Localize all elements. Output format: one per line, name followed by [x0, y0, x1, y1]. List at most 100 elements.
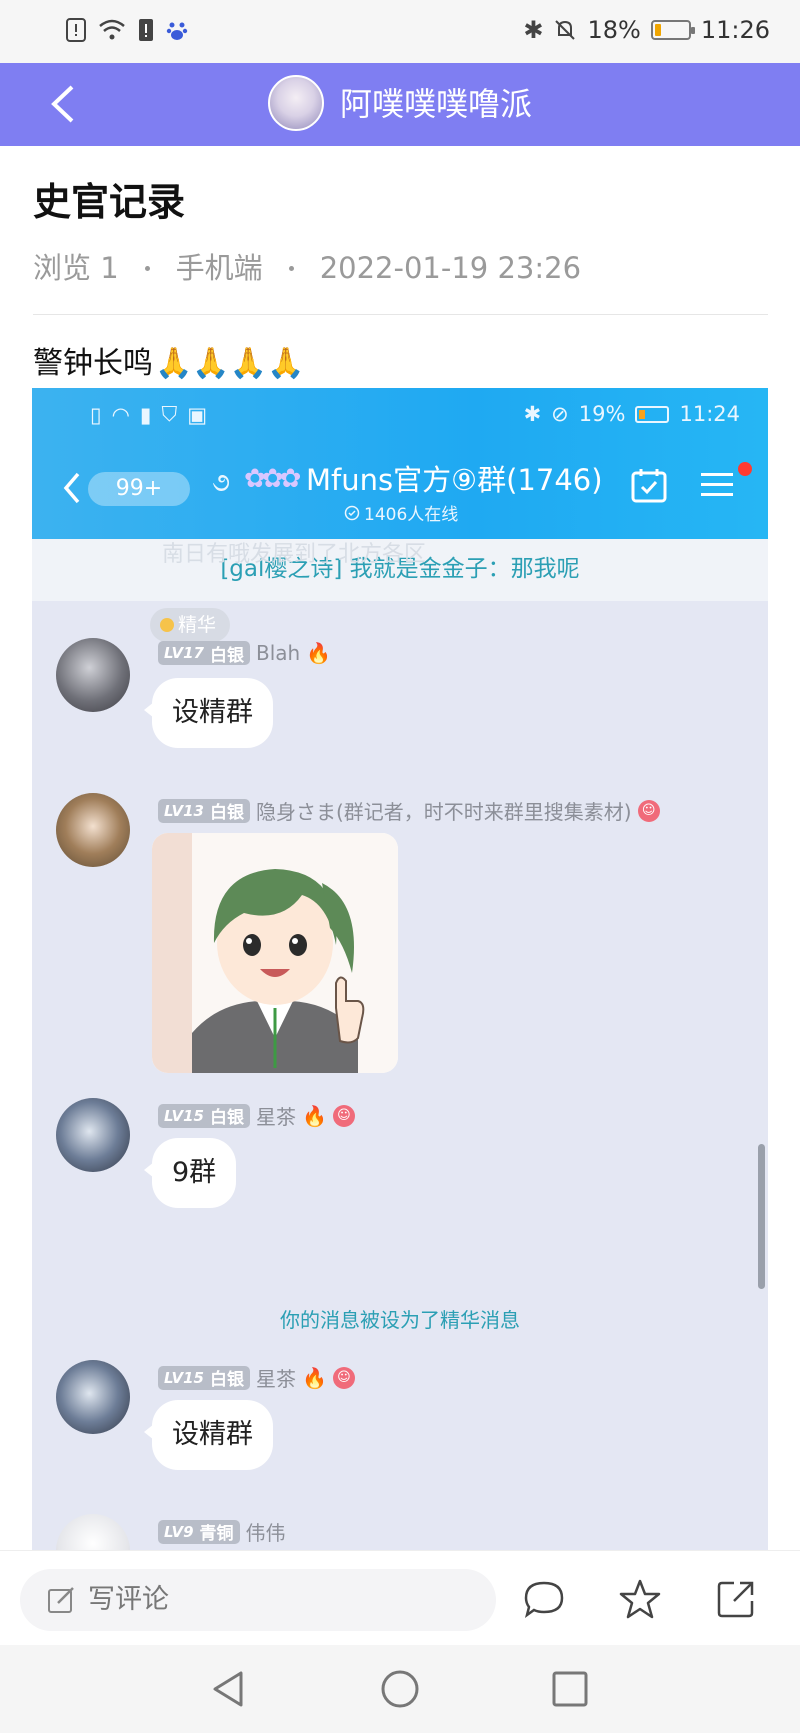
rank-text: 白银 — [209, 1370, 244, 1390]
rank-text: 白银 — [209, 645, 244, 666]
battery-icon — [650, 20, 695, 40]
embedded-wifi-icon: ◠ — [111, 402, 130, 427]
pinned-notice: 南日有哦发展到了北方各区 [gal樱之诗] 我就是金金子：那我呢 — [32, 539, 768, 601]
baidu-paw-icon — [166, 22, 188, 40]
rank-text: 青铜 — [199, 1524, 234, 1544]
red-dot-badge — [738, 462, 752, 476]
clock: 11:26 — [700, 16, 770, 44]
scrollbar[interactable] — [758, 1144, 765, 1289]
system-message: 你的消息被设为了精华消息 — [280, 1308, 520, 1332]
message-bubble: 设精群 — [144, 1400, 273, 1470]
star-icon[interactable] — [618, 1577, 662, 1621]
sim-alert-icon-2 — [139, 19, 153, 41]
share-icon[interactable] — [714, 1577, 758, 1621]
flower-decoration-icon: ✿✿✿ — [244, 464, 301, 494]
embedded-bell-off-icon: ⊘ — [551, 402, 569, 426]
level-text: LV9 — [164, 1522, 194, 1541]
nav-recents-icon[interactable] — [548, 1667, 592, 1711]
level-badge: LV9 青铜 — [158, 1519, 240, 1544]
post-datetime: 2022-01-19 23:26 — [319, 251, 582, 285]
app-header: 阿噗噗噗噜派 — [0, 63, 800, 146]
group-title: Mfuns官方⑨群(1746) — [306, 463, 603, 497]
system-navigation-bar — [0, 1645, 800, 1733]
divider — [33, 314, 768, 315]
avatar — [56, 638, 130, 712]
bluetooth-icon: ✱ — [523, 16, 544, 44]
rank-text: 白银 — [209, 803, 244, 823]
comment-input[interactable]: 写评论 — [20, 1569, 496, 1631]
status-right: ✱ 18% 11:26 — [523, 16, 770, 44]
embedded-paw-icon: ▣ — [187, 402, 208, 427]
embedded-sim-icon-2: ▮ — [139, 402, 152, 427]
fire-icon: 🔥 — [301, 1365, 327, 1390]
sticker-image — [152, 833, 398, 1073]
status-bar: ✱ 18% 11:26 — [0, 0, 800, 63]
embedded-header: ▯ ◠ ▮ ⛉ ▣ ✱ ⊘ 19% 11:24 99+ ૭ ✿✿✿ Mfuns官… — [32, 388, 768, 539]
level-text: LV13 — [164, 801, 204, 820]
sender-name: 隐身さま(群记者，时不时来群里搜集素材) — [255, 800, 632, 824]
embedded-status-left: ▯ ◠ ▮ ⛉ ▣ — [90, 402, 207, 427]
header-avatar[interactable] — [268, 75, 324, 131]
edit-icon — [48, 1587, 74, 1613]
notice-ghost-text: 南日有哦发展到了北方各区 — [162, 542, 427, 567]
sender-name: Blah — [255, 641, 301, 665]
embedded-chat-screenshot[interactable]: ▯ ◠ ▮ ⛉ ▣ ✱ ⊘ 19% 11:24 99+ ૭ ✿✿✿ Mfuns官… — [32, 388, 768, 1550]
avatar — [56, 1098, 130, 1172]
sender-name: 星茶 — [255, 1105, 296, 1129]
sender-line: LV17 白银 Blah 🔥 — [158, 641, 331, 665]
online-text: 1406人在线 — [364, 505, 459, 525]
level-badge: LV15 白银 — [158, 1365, 250, 1390]
meta-separator — [144, 265, 150, 271]
embedded-shield-icon: ⛉ — [161, 402, 178, 426]
fire-icon: 🔥 — [301, 1103, 327, 1128]
back-arrow-icon[interactable] — [40, 79, 90, 129]
nav-back-icon[interactable] — [207, 1667, 251, 1711]
avatar — [56, 1360, 130, 1434]
level-badge: LV17 白银 — [158, 641, 250, 665]
level-text: LV17 — [164, 644, 204, 662]
embedded-sim-icon: ▯ — [90, 402, 102, 427]
ear-icon: ૭ — [212, 468, 231, 498]
sim-alert-icon — [66, 18, 86, 42]
menu-icon — [701, 473, 733, 496]
sender-line: LV15 白银 星茶 🔥 ☺ — [158, 1101, 355, 1130]
embedded-clock: 11:24 — [679, 402, 740, 426]
embedded-battery-icon — [635, 405, 670, 423]
post-body-text: 警钟长鸣 🙏🙏🙏🙏 — [33, 344, 304, 384]
avatar — [56, 793, 130, 867]
online-count: 1406人在线 — [344, 500, 458, 525]
pray-emoji: 🙏🙏🙏🙏 — [155, 346, 305, 381]
nav-home-icon[interactable] — [378, 1667, 422, 1711]
post-title: 史官记录 — [33, 180, 186, 224]
embedded-status-right: ✱ ⊘ 19% 11:24 — [524, 402, 740, 426]
message-bubble: 设精群 — [144, 678, 273, 748]
wifi-icon — [99, 19, 125, 40]
embedded-battery-percent: 19% — [578, 402, 626, 426]
message-bubble: 9群 — [143, 1138, 237, 1208]
level-badge: LV15 白银 — [158, 1103, 250, 1128]
battery-percent: 18% — [587, 16, 641, 44]
post-text: 警钟长鸣 — [33, 346, 153, 381]
level-text: LV15 — [164, 1368, 204, 1387]
bell-off-icon — [555, 20, 576, 40]
sender-line: LV15 白银 星茶 🔥 ☺ — [158, 1363, 355, 1392]
sender-line: LV13 白银 隐身さま(群记者，时不时来群里搜集素材) ☺ — [158, 796, 660, 825]
avatar — [56, 1514, 130, 1550]
bottom-action-bar: 写评论 — [0, 1550, 800, 1645]
header-title[interactable]: 阿噗噗噗噜派 — [340, 83, 532, 125]
girl-thumbs-up-sticker — [152, 833, 398, 1073]
comment-placeholder: 写评论 — [88, 1584, 169, 1615]
post-meta: 浏览 1 手机端 2022-01-19 23:26 — [33, 250, 581, 286]
emblem-icon: ☺ — [332, 1366, 355, 1389]
meta-separator — [288, 265, 294, 271]
fire-icon: 🔥 — [306, 641, 332, 665]
calendar-check-icon — [631, 469, 667, 503]
level-badge: LV13 白银 — [158, 798, 250, 823]
comment-bubble-icon[interactable] — [522, 1577, 566, 1621]
status-left-icons — [66, 18, 188, 42]
embedded-back-icon — [63, 472, 80, 504]
sender-line: LV9 青铜 伟伟 — [158, 1517, 286, 1546]
emblem-icon: ☺ — [637, 799, 660, 822]
rank-text: 白银 — [209, 1108, 244, 1128]
essence-label: 精华 — [178, 614, 217, 636]
